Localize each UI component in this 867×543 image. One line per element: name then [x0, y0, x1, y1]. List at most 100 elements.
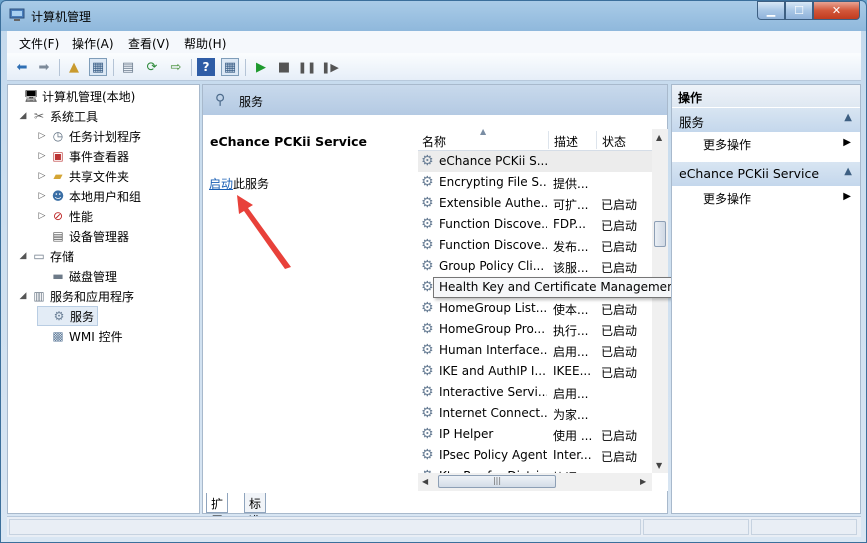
tree-expander[interactable]: ▷ — [37, 131, 47, 141]
vertical-scrollbar[interactable]: ▲ ▼ — [652, 129, 668, 473]
users-icon: ☻ — [51, 189, 65, 203]
service-gear-icon: ⚙ — [421, 300, 434, 316]
tree-item-services-apps[interactable]: ◢ ▥ 服务和应用程序 — [18, 286, 134, 306]
tree-expander[interactable]: ◢ — [18, 251, 28, 261]
tree-item-disk-management[interactable]: ▬ 磁盘管理 — [37, 266, 117, 286]
horizontal-scrollbar[interactable]: ◀ ||| ▶ — [418, 473, 652, 491]
table-row[interactable]: ⚙ Group Policy Cli... 该服... 已启动 — [418, 256, 653, 277]
column-divider[interactable] — [548, 131, 549, 149]
table-row[interactable]: ⚙ HomeGroup Pro... 执行... 已启动 — [418, 319, 653, 340]
event-viewer-icon: ▣ — [52, 149, 64, 163]
maximize-button[interactable]: ☐ — [785, 1, 813, 20]
tree-item-label: 存储 — [50, 249, 75, 264]
tree-item-system-tools[interactable]: ◢ ✂ 系统工具 — [18, 106, 98, 126]
tree-item-task-scheduler[interactable]: ▷ ◷ 任务计划程序 — [37, 126, 141, 146]
column-status[interactable]: 状态 — [602, 133, 626, 150]
menu-file[interactable]: 文件(F) — [19, 35, 59, 52]
pause-service-icon[interactable]: ❚❚ — [298, 58, 316, 76]
status-bar-section — [9, 519, 641, 535]
service-description: IKEE... — [553, 364, 592, 378]
help-icon[interactable]: ? — [197, 58, 215, 76]
stop-service-icon[interactable]: ■ — [275, 58, 293, 76]
table-row[interactable]: ⚙ IPsec Policy Agent Inter... 已启动 — [418, 445, 653, 466]
service-name: Function Discove... — [439, 238, 547, 252]
show-action-pane-icon[interactable]: ▦ — [221, 58, 239, 76]
minimize-button[interactable]: ▁ — [757, 1, 785, 20]
column-description[interactable]: 描述 — [554, 133, 578, 150]
collapse-up-icon[interactable]: ▲ — [844, 166, 852, 177]
service-name: IKE and AuthIP I... — [439, 364, 546, 378]
table-row[interactable]: ⚙ eChance PCKii S... — [418, 151, 653, 172]
table-row[interactable]: ⚙ Function Discove... 发布... 已启动 — [418, 235, 653, 256]
column-name[interactable]: 名称 — [422, 133, 446, 150]
service-status: 已启动 — [601, 366, 638, 380]
table-row[interactable]: ⚙ Encrypting File S... 提供... — [418, 172, 653, 193]
start-service-link[interactable]: 启动 — [209, 177, 233, 191]
clock-icon: ◷ — [52, 129, 64, 143]
tree-expander[interactable]: ▷ — [37, 191, 47, 201]
close-button[interactable]: ✕ — [813, 1, 860, 20]
export-list-icon[interactable]: ⇨ — [167, 58, 185, 76]
actions-section-label: eChance PCKii Service — [679, 166, 820, 181]
actions-pane: 操作 服务 ▲ 更多操作 ▶ eChance PCKii Service ▲ 更多操作… — [671, 84, 861, 514]
tree-item-local-users[interactable]: ▷ ☻ 本地用户和组 — [37, 186, 141, 206]
actions-section-label: 服务 — [679, 115, 705, 130]
tree-item-storage[interactable]: ◢ ▭ 存储 — [18, 246, 74, 266]
table-row[interactable]: ⚙ Extensible Authe... 可扩... 已启动 — [418, 193, 653, 214]
forward-icon[interactable]: ➡ — [35, 58, 53, 76]
service-status: 已启动 — [601, 345, 638, 359]
table-row[interactable]: ⚙ Human Interface... 启用... 已启动 — [418, 340, 653, 361]
tree-expander[interactable]: ▷ — [37, 211, 47, 221]
scroll-up-icon[interactable]: ▲ — [656, 133, 662, 142]
tree-item-computer-management[interactable]: 🖥 计算机管理(本地) — [10, 86, 135, 106]
table-row[interactable]: ⚙ Function Discove... FDP... 已启动 — [418, 214, 653, 235]
service-description: 提供... — [553, 177, 589, 191]
status-bar-section — [643, 519, 749, 535]
tab-standard[interactable]: 标准 — [244, 493, 267, 528]
refresh-icon[interactable]: ⟳ — [143, 58, 161, 76]
horizontal-scroll-thumb[interactable]: ||| — [438, 475, 556, 488]
toolbar-separator — [113, 59, 114, 76]
table-row[interactable]: ⚙ Interactive Servi... 启用... — [418, 382, 653, 403]
tree-item-services[interactable]: ⚙ 服务 — [37, 306, 99, 326]
menu-view[interactable]: 查看(V) — [128, 35, 170, 52]
table-row[interactable]: ⚙ Internet Connect... 为家... — [418, 403, 653, 424]
back-icon[interactable]: ⬅ — [13, 58, 31, 76]
menu-action[interactable]: 操作(A) — [72, 35, 114, 52]
actions-section-selected-service[interactable]: eChance PCKii Service ▲ — [672, 162, 860, 186]
tree-item-shared-folders[interactable]: ▷ ▰ 共享文件夹 — [37, 166, 129, 186]
computer-management-window: 计算机管理 ▁ ☐ ✕ 文件(F) 操作(A) 查看(V) 帮助(H) ⬅ ➡ … — [0, 0, 867, 543]
services-pane: ⚲ 服务 eChance PCKii Service 启动此服务 名称 ▲ 描述… — [202, 84, 668, 514]
tab-extended[interactable]: 扩展 — [206, 493, 229, 528]
disk-icon: ▬ — [52, 269, 64, 283]
restart-service-icon[interactable]: ❚▶ — [321, 58, 339, 76]
column-divider[interactable] — [596, 131, 597, 149]
tree-expander[interactable]: ▷ — [37, 171, 47, 181]
table-row[interactable]: ⚙ HomeGroup List... 使本... 已启动 — [418, 298, 653, 319]
tree-expander[interactable]: ◢ — [18, 111, 28, 121]
tree-item-performance[interactable]: ▷ ⊘ 性能 — [37, 206, 93, 226]
start-service-icon[interactable]: ▶ — [252, 58, 270, 76]
actions-more-actions-service[interactable]: 更多操作 ▶ — [672, 187, 860, 209]
vertical-scroll-thumb[interactable] — [654, 221, 666, 247]
collapse-up-icon[interactable]: ▲ — [844, 112, 852, 123]
table-row[interactable]: ⚙ IKE and AuthIP I... IKEE... 已启动 — [418, 361, 653, 382]
tree-expander[interactable]: ▷ — [37, 151, 47, 161]
minimize-icon: ▁ — [766, 4, 776, 17]
tree-item-device-manager[interactable]: ▤ 设备管理器 — [37, 226, 129, 246]
window-title: 计算机管理 — [31, 10, 92, 24]
properties-icon[interactable]: ▤ — [119, 58, 137, 76]
up-folder-icon[interactable]: ▲ — [65, 58, 83, 76]
tree-item-wmi[interactable]: ▩ WMI 控件 — [37, 326, 122, 346]
table-row[interactable]: ⚙ IP Helper 使用 ... 已启动 — [418, 424, 653, 445]
scroll-left-icon[interactable]: ◀ — [422, 477, 428, 486]
scroll-down-icon[interactable]: ▼ — [656, 461, 662, 470]
tree-item-event-viewer[interactable]: ▷ ▣ 事件查看器 — [37, 146, 129, 166]
title-bar[interactable]: 计算机管理 ▁ ☐ ✕ — [1, 1, 866, 31]
scroll-right-icon[interactable]: ▶ — [640, 477, 646, 486]
menu-help[interactable]: 帮助(H) — [184, 35, 226, 52]
actions-section-services[interactable]: 服务 ▲ — [672, 108, 860, 132]
tree-expander[interactable]: ◢ — [18, 291, 28, 301]
actions-more-actions-services[interactable]: 更多操作 ▶ — [672, 133, 860, 155]
show-hide-tree-icon[interactable]: ▦ — [89, 58, 107, 76]
